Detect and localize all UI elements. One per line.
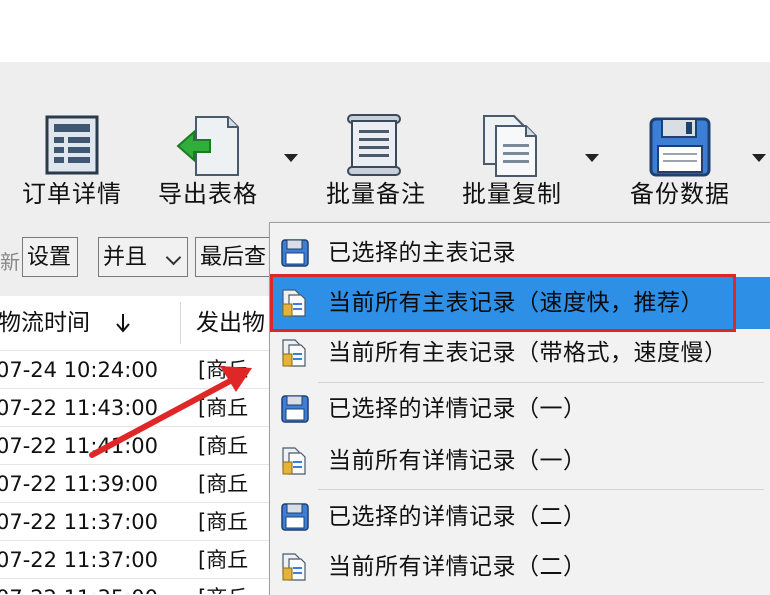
copy-dropdown-arrow[interactable] [585, 154, 599, 162]
backup-data-label: 备份数据 [630, 180, 730, 208]
export-dropdown-arrow[interactable] [284, 154, 298, 162]
cell-sender: [商丘 [198, 579, 248, 594]
backup-data-button[interactable]: 备份数据 [622, 62, 740, 220]
cell-time: 07-22 11:37:00 [0, 548, 159, 572]
table-row[interactable]: 07-22 11:39:00 [商丘 [0, 464, 272, 503]
cell-sender: [商丘 [198, 434, 249, 458]
cell-time: 07-22 11:35:00 [0, 579, 158, 594]
cell-time: 07-22 11:41:00 [0, 434, 159, 458]
sort-descending-icon [116, 314, 130, 333]
order-detail-button[interactable]: 订单详情 [14, 62, 132, 220]
cell-time: 07-22 11:39:00 [0, 472, 159, 496]
column-header-logistics-time-label: 物流时间 [0, 310, 90, 336]
table-row[interactable]: 07-22 11:35:00 [商丘 [0, 578, 272, 594]
backup-dropdown-arrow[interactable] [752, 154, 766, 162]
menu-separator [318, 489, 764, 490]
export-table-label: 导出表格 [158, 180, 258, 208]
batch-note-button[interactable]: 批量备注 [318, 62, 436, 220]
order-detail-icon [45, 115, 99, 175]
menu-item-all-detail-2[interactable]: 当前所有详情记录（二） [270, 541, 770, 593]
cell-sender: [商丘 [198, 548, 249, 572]
menu-item-all-detail-1[interactable]: 当前所有详情记录（一） [270, 435, 770, 487]
settings-button[interactable]: 设置 [22, 237, 78, 277]
batch-copy-icon [483, 115, 537, 177]
cell-sender: [商丘 [198, 396, 249, 420]
highlight-annotation-box [270, 274, 736, 332]
table-row[interactable]: 07-22 11:37:00 [商丘 [0, 502, 272, 541]
logic-select[interactable]: 并且 [98, 237, 188, 277]
export-table-button[interactable]: 导出表格 [152, 62, 272, 220]
multi-doc-icon [282, 339, 306, 367]
order-detail-label: 订单详情 [22, 180, 122, 208]
backup-data-icon [649, 117, 711, 177]
toolbar: 订单详情 导出表格 批量备注 批量复制 备份数据 [0, 62, 770, 220]
menu-item-selected-master[interactable]: 已选择的主表记录 [270, 227, 770, 279]
menu-item-label: 已选择的主表记录 [328, 240, 516, 266]
floppy-disk-icon [281, 503, 309, 531]
last-query-button[interactable]: 最后查 [195, 237, 275, 277]
title-area [0, 0, 770, 62]
menu-item-selected-detail-1[interactable]: 已选择的详情记录（一） [270, 383, 770, 435]
logic-select-value: 并且 [103, 245, 148, 270]
column-header-logistics-time[interactable]: 物流时间 [0, 296, 90, 350]
batch-copy-button[interactable]: 批量复制 [454, 62, 572, 220]
cell-time: 07-22 11:37:00 [0, 510, 159, 534]
column-divider[interactable] [180, 302, 181, 344]
menu-item-label: 当前所有详情记录（一） [328, 448, 587, 474]
cell-sender: [商丘 [198, 472, 249, 496]
menu-item-label: 已选择的详情记录（二） [328, 504, 587, 530]
menu-item-label: 当前所有详情记录（二） [328, 554, 587, 580]
export-table-icon [176, 116, 239, 176]
floppy-disk-icon [281, 239, 309, 267]
menu-item-label: 当前所有主表记录（带格式，速度慢） [328, 340, 728, 366]
table-row[interactable]: 07-22 11:41:00 [商丘 [0, 426, 272, 465]
menu-item-label: 已选择的详情记录（一） [328, 396, 587, 422]
cell-sender: [商丘 [198, 358, 249, 382]
column-header-sender[interactable]: 发出物 [196, 296, 265, 350]
cell-sender: [商丘 [198, 510, 249, 534]
chevron-down-icon [165, 249, 182, 266]
floppy-disk-icon [281, 395, 309, 423]
multi-doc-icon [282, 553, 306, 581]
column-header-sender-label: 发出物 [196, 310, 265, 336]
batch-copy-label: 批量复制 [462, 180, 562, 208]
menu-item-selected-detail-2[interactable]: 已选择的详情记录（二） [270, 491, 770, 543]
table-row[interactable]: 07-22 11:43:00 [商丘 [0, 388, 272, 427]
menu-item-all-master-formatted[interactable]: 当前所有主表记录（带格式，速度慢） [270, 327, 770, 379]
batch-note-icon [347, 114, 401, 176]
filter-cut-label: 新 [0, 250, 20, 274]
multi-doc-icon [282, 447, 306, 475]
table-row[interactable]: 07-24 10:24:00 [商丘 [0, 350, 272, 389]
cell-time: 07-22 11:43:00 [0, 396, 159, 420]
batch-note-label: 批量备注 [326, 180, 426, 208]
cell-time: 07-24 10:24:00 [0, 358, 159, 382]
table-row[interactable]: 07-22 11:37:00 [商丘 [0, 540, 272, 579]
data-grid: 物流时间 发出物 07-24 10:24:00 [商丘 07-22 11:43:… [0, 296, 272, 594]
